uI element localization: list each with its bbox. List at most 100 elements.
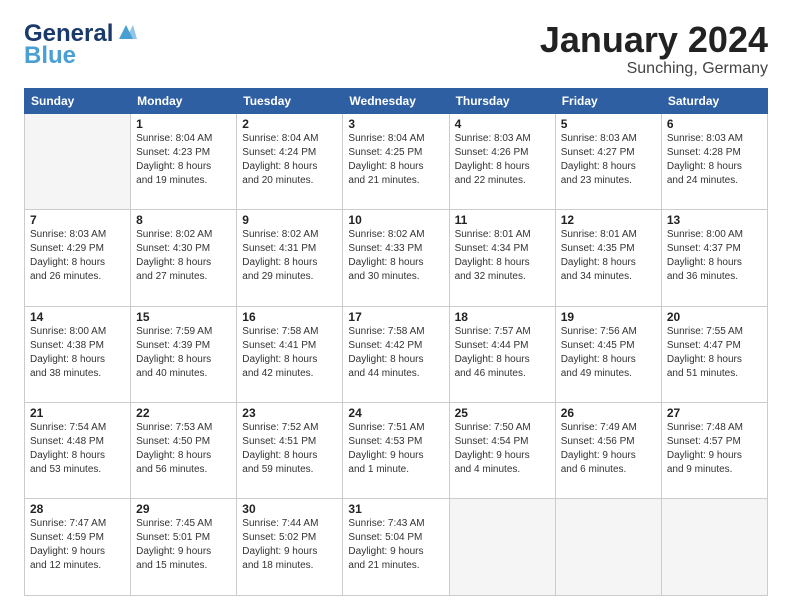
day-info-line: Daylight: 9 hours xyxy=(242,545,337,559)
day-info-line: Sunset: 4:56 PM xyxy=(561,435,656,449)
day-info-line: Sunrise: 7:58 AM xyxy=(242,325,337,339)
day-info-line: Sunset: 4:53 PM xyxy=(348,435,443,449)
day-info-line: and 38 minutes. xyxy=(30,367,125,381)
day-info-line: Daylight: 8 hours xyxy=(561,256,656,270)
day-info-line: Daylight: 9 hours xyxy=(667,449,762,463)
day-info: Sunrise: 8:04 AMSunset: 4:23 PMDaylight:… xyxy=(136,132,231,188)
logo: General Blue xyxy=(24,20,137,70)
day-number: 26 xyxy=(561,406,656,420)
calendar-cell: 15Sunrise: 7:59 AMSunset: 4:39 PMDayligh… xyxy=(131,306,237,402)
day-info-line: Sunrise: 7:50 AM xyxy=(455,421,550,435)
day-info-line: Sunrise: 8:01 AM xyxy=(561,228,656,242)
day-number: 21 xyxy=(30,406,125,420)
day-number: 3 xyxy=(348,117,443,131)
day-info-line: Daylight: 8 hours xyxy=(242,449,337,463)
day-info: Sunrise: 7:50 AMSunset: 4:54 PMDaylight:… xyxy=(455,421,550,477)
day-info-line: Daylight: 9 hours xyxy=(30,545,125,559)
day-number: 19 xyxy=(561,310,656,324)
day-info-line: Sunset: 4:29 PM xyxy=(30,242,125,256)
calendar-cell: 12Sunrise: 8:01 AMSunset: 4:35 PMDayligh… xyxy=(555,210,661,306)
day-number: 29 xyxy=(136,502,231,516)
day-info-line: Daylight: 9 hours xyxy=(348,449,443,463)
day-info: Sunrise: 8:02 AMSunset: 4:31 PMDaylight:… xyxy=(242,228,337,284)
day-info-line: and 49 minutes. xyxy=(561,367,656,381)
day-number: 10 xyxy=(348,213,443,227)
day-info: Sunrise: 7:58 AMSunset: 4:42 PMDaylight:… xyxy=(348,325,443,381)
weekday-header: Wednesday xyxy=(343,88,449,113)
day-info-line: Daylight: 8 hours xyxy=(348,353,443,367)
weekday-header: Thursday xyxy=(449,88,555,113)
day-info-line: Daylight: 8 hours xyxy=(667,256,762,270)
day-info: Sunrise: 8:01 AMSunset: 4:35 PMDaylight:… xyxy=(561,228,656,284)
weekday-header: Saturday xyxy=(661,88,767,113)
day-info-line: Sunset: 4:59 PM xyxy=(30,531,125,545)
day-number: 30 xyxy=(242,502,337,516)
day-info: Sunrise: 8:02 AMSunset: 4:30 PMDaylight:… xyxy=(136,228,231,284)
day-number: 16 xyxy=(242,310,337,324)
calendar-cell: 29Sunrise: 7:45 AMSunset: 5:01 PMDayligh… xyxy=(131,499,237,596)
calendar-week-row: 7Sunrise: 8:03 AMSunset: 4:29 PMDaylight… xyxy=(25,210,768,306)
calendar-week-row: 14Sunrise: 8:00 AMSunset: 4:38 PMDayligh… xyxy=(25,306,768,402)
day-info-line: and 23 minutes. xyxy=(561,174,656,188)
calendar-cell: 14Sunrise: 8:00 AMSunset: 4:38 PMDayligh… xyxy=(25,306,131,402)
day-info: Sunrise: 8:00 AMSunset: 4:38 PMDaylight:… xyxy=(30,325,125,381)
day-info-line: Sunset: 4:38 PM xyxy=(30,339,125,353)
day-info-line: Daylight: 8 hours xyxy=(455,160,550,174)
day-info-line: and 59 minutes. xyxy=(242,463,337,477)
day-info-line: and 22 minutes. xyxy=(455,174,550,188)
day-number: 31 xyxy=(348,502,443,516)
location-subtitle: Sunching, Germany xyxy=(540,60,768,78)
day-info-line: Daylight: 8 hours xyxy=(561,353,656,367)
day-info-line: Sunset: 4:41 PM xyxy=(242,339,337,353)
day-info-line: Sunset: 4:42 PM xyxy=(348,339,443,353)
day-info-line: Sunrise: 7:59 AM xyxy=(136,325,231,339)
day-info: Sunrise: 7:54 AMSunset: 4:48 PMDaylight:… xyxy=(30,421,125,477)
calendar-cell: 21Sunrise: 7:54 AMSunset: 4:48 PMDayligh… xyxy=(25,403,131,499)
day-info-line: Sunrise: 8:00 AM xyxy=(30,325,125,339)
day-info-line: and 36 minutes. xyxy=(667,270,762,284)
day-info-line: Sunrise: 7:48 AM xyxy=(667,421,762,435)
day-info-line: Daylight: 8 hours xyxy=(667,160,762,174)
calendar-cell: 6Sunrise: 8:03 AMSunset: 4:28 PMDaylight… xyxy=(661,113,767,209)
day-number: 6 xyxy=(667,117,762,131)
calendar-week-row: 28Sunrise: 7:47 AMSunset: 4:59 PMDayligh… xyxy=(25,499,768,596)
calendar-week-row: 1Sunrise: 8:04 AMSunset: 4:23 PMDaylight… xyxy=(25,113,768,209)
day-info-line: and 21 minutes. xyxy=(348,174,443,188)
day-info-line: Sunrise: 8:00 AM xyxy=(667,228,762,242)
day-number: 7 xyxy=(30,213,125,227)
day-info-line: and 34 minutes. xyxy=(561,270,656,284)
calendar-cell: 23Sunrise: 7:52 AMSunset: 4:51 PMDayligh… xyxy=(237,403,343,499)
day-number: 9 xyxy=(242,213,337,227)
day-number: 20 xyxy=(667,310,762,324)
day-info-line: Daylight: 8 hours xyxy=(242,256,337,270)
day-number: 15 xyxy=(136,310,231,324)
day-info-line: and 19 minutes. xyxy=(136,174,231,188)
day-info: Sunrise: 8:03 AMSunset: 4:29 PMDaylight:… xyxy=(30,228,125,284)
day-info-line: Sunset: 4:50 PM xyxy=(136,435,231,449)
calendar-cell: 17Sunrise: 7:58 AMSunset: 4:42 PMDayligh… xyxy=(343,306,449,402)
day-number: 1 xyxy=(136,117,231,131)
calendar-cell: 28Sunrise: 7:47 AMSunset: 4:59 PMDayligh… xyxy=(25,499,131,596)
day-info: Sunrise: 7:59 AMSunset: 4:39 PMDaylight:… xyxy=(136,325,231,381)
day-number: 18 xyxy=(455,310,550,324)
day-info-line: and 44 minutes. xyxy=(348,367,443,381)
calendar-cell: 19Sunrise: 7:56 AMSunset: 4:45 PMDayligh… xyxy=(555,306,661,402)
day-info-line: Sunset: 4:54 PM xyxy=(455,435,550,449)
calendar-cell: 4Sunrise: 8:03 AMSunset: 4:26 PMDaylight… xyxy=(449,113,555,209)
day-info: Sunrise: 8:03 AMSunset: 4:28 PMDaylight:… xyxy=(667,132,762,188)
weekday-header: Friday xyxy=(555,88,661,113)
day-info-line: Daylight: 8 hours xyxy=(242,353,337,367)
month-title: January 2024 xyxy=(540,20,768,60)
day-number: 23 xyxy=(242,406,337,420)
day-info-line: and 21 minutes. xyxy=(348,559,443,573)
calendar-cell: 1Sunrise: 8:04 AMSunset: 4:23 PMDaylight… xyxy=(131,113,237,209)
day-info-line: Sunset: 4:35 PM xyxy=(561,242,656,256)
calendar-cell: 25Sunrise: 7:50 AMSunset: 4:54 PMDayligh… xyxy=(449,403,555,499)
weekday-header-row: SundayMondayTuesdayWednesdayThursdayFrid… xyxy=(25,88,768,113)
day-info-line: and 6 minutes. xyxy=(561,463,656,477)
day-info: Sunrise: 7:43 AMSunset: 5:04 PMDaylight:… xyxy=(348,517,443,573)
day-info-line: and 53 minutes. xyxy=(30,463,125,477)
day-info-line: Sunrise: 7:53 AM xyxy=(136,421,231,435)
day-info-line: Sunset: 4:33 PM xyxy=(348,242,443,256)
day-info-line: Sunset: 4:57 PM xyxy=(667,435,762,449)
